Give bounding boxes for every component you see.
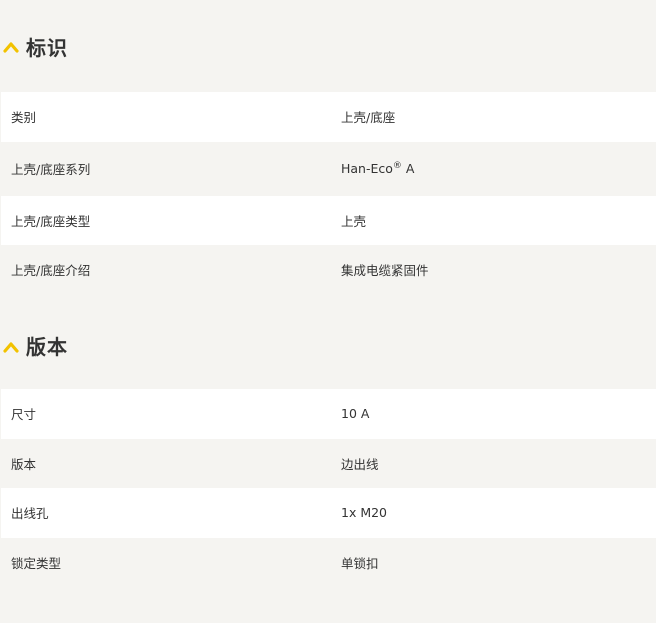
table-row: 上壳/底座类型 上壳: [1, 195, 656, 245]
section-title: 标识: [26, 35, 68, 60]
table-row: 上壳/底座介绍 集成电缆紧固件: [1, 245, 656, 295]
spec-value: 集成电缆紧固件: [341, 263, 429, 279]
spec-label: 上壳/底座类型: [11, 213, 91, 229]
spec-label: 类别: [11, 110, 37, 126]
spec-label: 上壳/底座介绍: [11, 263, 91, 279]
table-row: 上壳/底座系列 Han-Eco® A: [1, 141, 656, 196]
registered-mark: ®: [392, 160, 402, 171]
table-row: 出线孔 1x M20: [1, 488, 656, 538]
spec-value-suffix: A: [401, 161, 415, 176]
spec-table-identification: 类别 上壳/底座 上壳/底座系列 Han-Eco® A 上壳/底座类型 上壳 上…: [1, 92, 656, 295]
section-identification: 标识 类别 上壳/底座 上壳/底座系列 Han-Eco® A 上壳/底座类型 上…: [0, 0, 656, 302]
spec-table-version: 尺寸 10 A 版本 边出线 出线孔 1x M20 锁定类型 单锁扣: [1, 389, 656, 587]
spec-value: Han-Eco® A: [331, 161, 656, 176]
section-header-identification[interactable]: 标识: [0, 0, 656, 92]
spec-label: 锁定类型: [11, 555, 62, 571]
section-version: 版本 尺寸 10 A 版本 边出线 出线孔 1x M20 锁定类型 单锁扣: [0, 302, 656, 587]
chevron-up-icon: [3, 341, 19, 353]
spec-label: 上壳/底座系列: [11, 162, 91, 177]
spec-value: 边出线: [341, 456, 379, 472]
spec-label: 版本: [11, 456, 37, 472]
spec-value: 上壳/底座: [341, 110, 396, 126]
spec-value: 上壳: [341, 213, 367, 229]
spec-value-text: Han-Eco: [341, 161, 393, 176]
chevron-up-icon: [3, 42, 19, 53]
spec-label: 尺寸: [11, 407, 37, 423]
spec-value: 单锁扣: [341, 555, 379, 571]
spec-label: 出线孔: [11, 506, 49, 522]
section-title: 版本: [26, 335, 68, 359]
table-row: 锁定类型 单锁扣: [1, 537, 656, 587]
section-header-version[interactable]: 版本: [0, 302, 656, 389]
table-row: 版本 边出线: [1, 438, 656, 488]
spec-value: 10 A: [341, 406, 370, 422]
table-row: 尺寸 10 A: [1, 389, 656, 439]
spec-value: 1x M20: [341, 505, 388, 521]
table-row: 类别 上壳/底座: [1, 92, 656, 142]
